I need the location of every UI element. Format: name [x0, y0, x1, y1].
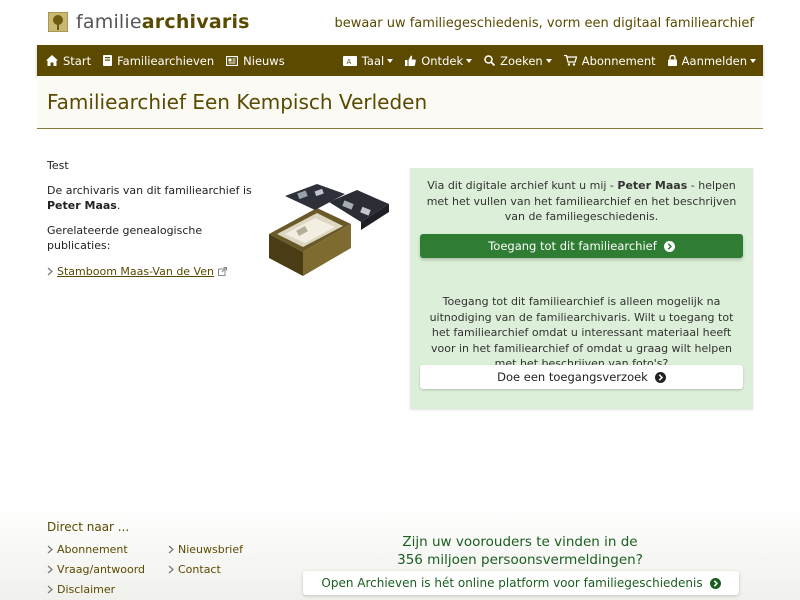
footer-link-subscription-label: Abonnement [57, 543, 128, 556]
archive-access-button[interactable]: Toegang tot dit familiearchief [420, 234, 743, 258]
intro-text: Test [47, 159, 69, 172]
archive-box-image [269, 184, 389, 276]
footer-link-newsletter-label: Nieuwsbrief [178, 543, 243, 556]
thumbs-up-icon [405, 55, 417, 66]
archivist-name: Peter Maas [47, 199, 117, 212]
chevron-right-icon [47, 545, 53, 554]
logo-text: familiearchivaris [76, 11, 250, 33]
footer-link-disclaimer-label: Disclaimer [57, 583, 116, 596]
open-archives-button[interactable]: Open Archieven is hét online platform vo… [303, 571, 739, 595]
request-text: Toegang tot dit familiearchief is alleen… [429, 295, 734, 370]
nav-discover-label: Ontdek [421, 53, 464, 68]
nav-start[interactable]: Start [40, 45, 97, 76]
tree-logo-icon [48, 12, 68, 32]
publication-item: Stamboom Maas-Van de Ven [47, 265, 267, 278]
chevron-right-icon [47, 565, 53, 574]
nav-login[interactable]: Aanmelden [662, 45, 762, 76]
site-header: familiearchivaris bewaar uw familiegesch… [0, 0, 800, 45]
title-band: Familiearchief Een Kempisch Verleden [37, 76, 763, 129]
book-icon [103, 55, 113, 66]
nav-start-label: Start [63, 53, 92, 68]
nav-language-label: Taal [361, 53, 385, 68]
nav-language[interactable]: A Taal [337, 45, 399, 76]
nav-search-label: Zoeken [500, 53, 543, 68]
tagline: bewaar uw familiegeschiedenis, vorm een … [334, 16, 754, 31]
arrow-right-circle-icon [654, 371, 666, 383]
arrow-right-circle-icon [663, 240, 675, 252]
cart-icon [563, 55, 577, 66]
caret-down-icon [545, 58, 552, 63]
footer-link-faq-label: Vraag/antwoord [57, 563, 146, 576]
nav-subscription-label: Abonnement [581, 53, 656, 68]
main-navbar: Start Familiearchieven Nieuws A Taal Ont… [37, 45, 763, 76]
footer-link-newsletter[interactable]: Nieuwsbrief [168, 543, 243, 556]
access-request-label: Doe een toegangsverzoek [497, 370, 648, 384]
archivist-prefix: De archivaris van dit familiearchief is [47, 184, 252, 197]
access-request-button[interactable]: Doe een toegangsverzoek [420, 365, 743, 389]
nav-news-label: Nieuws [243, 53, 285, 68]
promo-line-1: Zijn uw voorouders te vinden in de [402, 534, 638, 550]
chevron-right-icon [47, 267, 53, 276]
site-footer: Direct naar ... Abonnement Vraag/antwoor… [0, 505, 800, 600]
nav-archives[interactable]: Familiearchieven [97, 45, 220, 76]
lock-icon [667, 55, 677, 66]
chevron-right-icon [168, 545, 174, 554]
newspaper-icon [226, 55, 239, 66]
caret-down-icon [466, 58, 473, 63]
help-name: Peter Maas [617, 179, 688, 192]
chevron-right-icon [47, 585, 53, 594]
archivist-suffix: . [116, 199, 121, 212]
publication-link[interactable]: Stamboom Maas-Van de Ven [57, 265, 214, 278]
promo-line-2: 356 miljoen persoonsvermeldingen? [397, 552, 643, 568]
access-card: Via dit digitale archief kunt u mij - Pe… [410, 168, 753, 409]
promo-text: Zijn uw voorouders te vinden in de 356 m… [380, 533, 660, 569]
help-prefix: Via dit digitale archief kunt u mij - [427, 179, 614, 192]
footer-link-subscription[interactable]: Abonnement [47, 543, 128, 556]
language-icon: A [342, 55, 357, 66]
chevron-right-icon [168, 565, 174, 574]
site-logo[interactable]: familiearchivaris [48, 11, 250, 33]
nav-search[interactable]: Zoeken [478, 45, 558, 76]
nav-news[interactable]: Nieuws [220, 45, 291, 76]
arrow-right-circle-icon [709, 577, 721, 589]
home-icon [46, 55, 58, 66]
external-link-icon [217, 267, 227, 276]
footer-link-contact-label: Contact [178, 563, 221, 576]
svg-text:A: A [346, 58, 351, 66]
nav-archives-label: Familiearchieven [117, 53, 215, 68]
open-archives-label: Open Archieven is hét online platform vo… [321, 576, 703, 590]
archive-access-label: Toegang tot dit familiearchief [488, 239, 657, 253]
related-label: Gerelateerde genealogische publicaties: [47, 224, 203, 252]
page-title: Familiearchief Een Kempisch Verleden [47, 90, 428, 114]
caret-down-icon [750, 58, 756, 63]
footer-link-faq[interactable]: Vraag/antwoord [47, 563, 145, 576]
archive-info: Test De archivaris van dit familiearchie… [47, 158, 267, 278]
help-text: Via dit digitale archief kunt u mij - Pe… [420, 178, 743, 225]
nav-subscription[interactable]: Abonnement [558, 45, 662, 76]
nav-discover[interactable]: Ontdek [399, 45, 478, 76]
nav-login-label: Aanmelden [681, 53, 747, 68]
footer-title: Direct naar ... [47, 520, 130, 534]
archivist-text: De archivaris van dit familiearchief is … [47, 183, 267, 213]
footer-link-disclaimer[interactable]: Disclaimer [47, 583, 115, 596]
caret-down-icon [387, 58, 394, 63]
footer-link-contact[interactable]: Contact [168, 563, 221, 576]
search-icon [484, 55, 496, 66]
